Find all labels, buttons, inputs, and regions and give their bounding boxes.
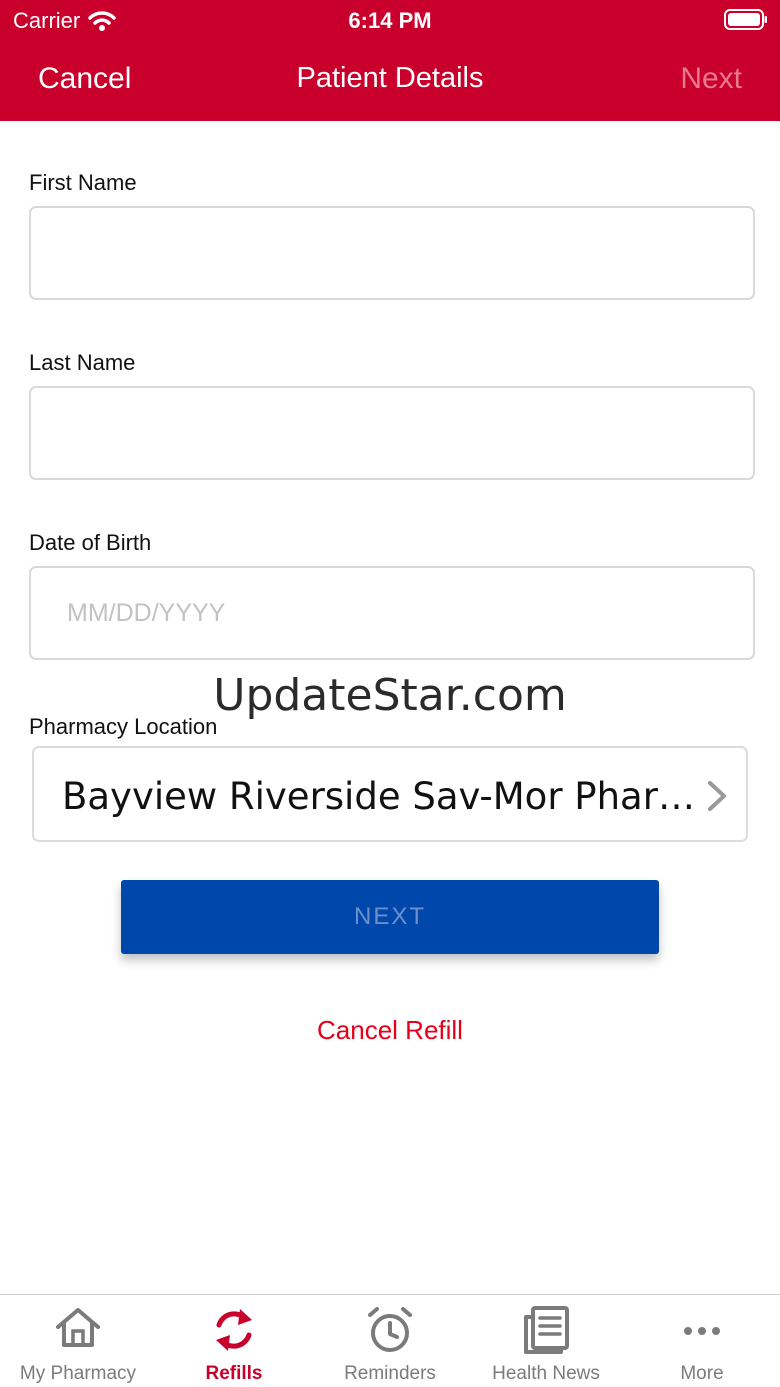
cancel-refill-button[interactable]: Cancel Refill xyxy=(0,1015,780,1046)
next-button[interactable]: NEXT xyxy=(121,880,659,954)
tab-label: Refills xyxy=(205,1363,263,1384)
dob-label: Date of Birth xyxy=(29,530,152,555)
tab-label: My Pharmacy xyxy=(19,1363,137,1384)
tab-label: Health News xyxy=(492,1363,600,1384)
tab-reminders[interactable]: Reminders xyxy=(312,1295,468,1387)
first-name-label: First Name xyxy=(29,170,137,195)
app-header: Carrier 6:14 PM Cancel Patient Details N… xyxy=(0,0,780,121)
tab-bar: My Pharmacy Refills Reminders Health New… xyxy=(0,1294,780,1387)
pharmacy-location-select[interactable]: Bayview Riverside Sav-Mor Phar… xyxy=(32,746,748,842)
tab-label: More xyxy=(680,1363,724,1384)
chevron-right-icon xyxy=(708,781,726,811)
tab-more[interactable]: More xyxy=(624,1295,780,1387)
tab-health-news[interactable]: Health News xyxy=(468,1295,624,1387)
tab-my-pharmacy[interactable]: My Pharmacy xyxy=(0,1295,156,1387)
tab-refills[interactable]: Refills xyxy=(156,1295,312,1387)
status-bar: Carrier 6:14 PM xyxy=(0,0,780,40)
dob-field[interactable] xyxy=(29,566,755,660)
next-nav-button[interactable]: Next xyxy=(680,62,742,96)
pharmacy-location-label: Pharmacy Location xyxy=(29,714,218,739)
last-name-field[interactable] xyxy=(29,386,755,480)
battery-icon xyxy=(724,9,767,30)
first-name-field[interactable] xyxy=(29,206,755,300)
cancel-button[interactable]: Cancel xyxy=(38,62,131,96)
last-name-label: Last Name xyxy=(29,350,136,375)
alarm-clock-icon xyxy=(368,1307,412,1352)
home-icon xyxy=(56,1308,100,1347)
tab-label: Reminders xyxy=(344,1363,436,1384)
more-icon xyxy=(684,1327,720,1335)
newspaper-icon xyxy=(524,1306,569,1354)
status-time: 6:14 PM xyxy=(348,8,432,33)
pharmacy-location-value: Bayview Riverside Sav-Mor Phar… xyxy=(62,775,695,818)
refresh-icon xyxy=(216,1309,252,1351)
